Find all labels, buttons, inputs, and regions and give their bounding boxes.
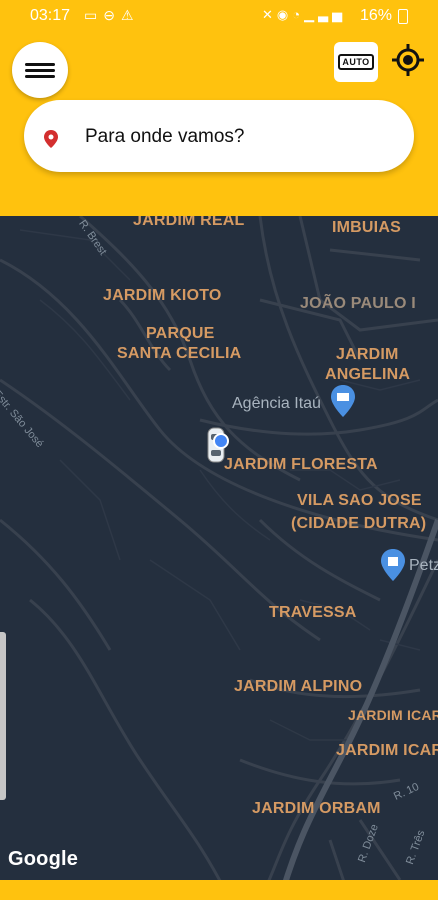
car-marker-icon	[206, 426, 230, 469]
bottom-strip	[0, 880, 438, 900]
signal-icons: ✕◉◔▁▃▅	[262, 7, 347, 22]
neighborhood-label: JOÃO PAULO I	[300, 295, 416, 312]
neighborhood-label: JARDIM ICAR	[336, 742, 438, 759]
status-time: 03:17	[30, 7, 71, 24]
battery-icon	[398, 9, 408, 24]
status-bar: 03:17 ▭⊖⚠ ✕◉◔▁▃▅ 16%	[0, 0, 438, 32]
shop-poi-icon[interactable]	[381, 549, 405, 586]
neighborhood-label: JARDIM FLORESTA	[224, 456, 378, 473]
neighborhood-label: VILA SAO JOSE	[297, 492, 422, 509]
poi-label: Petz	[409, 557, 438, 574]
auto-label: AUTO	[338, 54, 374, 70]
header-panel: 03:17 ▭⊖⚠ ✕◉◔▁▃▅ 16% AUTO Para onde vamo…	[0, 0, 438, 216]
search-placeholder: Para onde vamos?	[85, 126, 245, 147]
crosshair-icon	[392, 44, 424, 76]
auto-mode-button[interactable]: AUTO	[334, 42, 378, 82]
neighborhood-label: JARDIM	[336, 346, 399, 363]
battery-percent: 16%	[360, 7, 393, 24]
neighborhood-label: (CIDADE DUTRA)	[291, 515, 427, 532]
poi-label: Agência Itaú	[232, 395, 321, 412]
neighborhood-label: JARDIM KIOTO	[103, 287, 222, 304]
drawer-handle[interactable]	[0, 632, 6, 800]
my-location-button[interactable]	[388, 40, 428, 80]
neighborhood-label: IMBUIAS	[332, 219, 401, 236]
neighborhood-label: TRAVESSA	[269, 604, 357, 621]
neighborhood-label: JARDIM ICAR	[348, 707, 438, 723]
google-attribution: Google	[8, 848, 79, 870]
notification-icons: ▭⊖⚠	[84, 7, 140, 23]
neighborhood-label: PARQUE	[146, 325, 215, 342]
neighborhood-label: SANTA CECILIA	[117, 345, 242, 362]
hamburger-icon	[25, 60, 55, 81]
neighborhood-label: JARDIM ALPINO	[234, 678, 363, 695]
bank-poi-icon[interactable]	[331, 385, 355, 422]
neighborhood-label: ANGELINA	[325, 366, 411, 383]
location-pin-icon	[44, 130, 58, 148]
menu-button[interactable]	[12, 42, 68, 98]
destination-search-bar[interactable]: Para onde vamos?	[24, 100, 414, 172]
neighborhood-label: JARDIM ORBAM	[252, 800, 381, 817]
